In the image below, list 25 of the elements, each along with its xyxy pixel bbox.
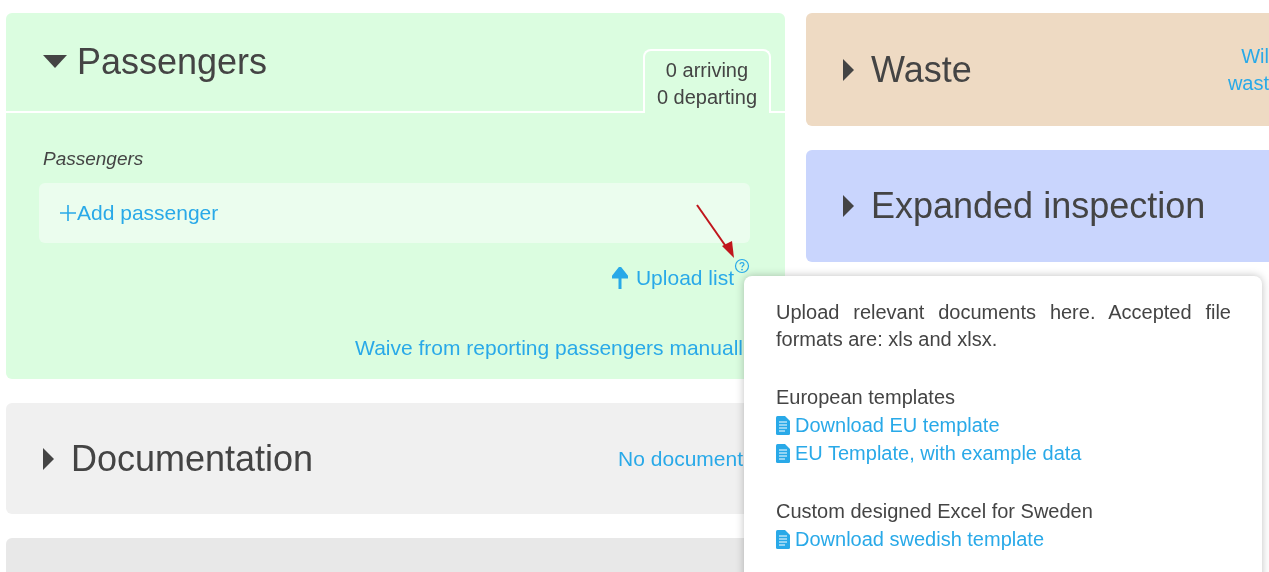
- plus-icon: [59, 204, 77, 222]
- upload-link[interactable]: Upload list: [611, 262, 734, 294]
- help-icon: [734, 258, 750, 274]
- panel-toggle[interactable]: Passengers: [43, 40, 268, 84]
- group-heading: Custom designed Excel for Sweden: [776, 499, 1094, 524]
- group-heading: European templates: [776, 385, 956, 410]
- section-label: Passengers: [42, 147, 145, 171]
- download-link[interactable]: Download swedish template: [776, 525, 1231, 553]
- waste-link[interactable]: Wil wast: [1227, 42, 1269, 97]
- up-arrow-icon: [611, 266, 628, 289]
- panel-toggle[interactable]: Waste: [843, 47, 972, 92]
- document-icon: [776, 529, 790, 549]
- download-link[interactable]: EU Template, with example data: [776, 439, 1231, 467]
- popover-text: Upload relevant documents here. Accepted file formats are: xls and xlsx.: [776, 300, 1231, 352]
- count-tab[interactable]: 0 arriving 0 departing: [642, 49, 771, 113]
- panel-toggle[interactable]: Documentation: [43, 436, 314, 481]
- count-text: 0 departing: [656, 85, 757, 110]
- download-link[interactable]: Download EU template: [776, 411, 1231, 439]
- waive-link[interactable]: Waive from reporting passengers manuall: [355, 331, 743, 363]
- document-icon: [776, 415, 790, 435]
- add-passenger-button[interactable]: Add passenger: [39, 183, 750, 243]
- panel-toggle[interactable]: Expanded inspection: [843, 184, 1206, 228]
- count-text: 0 arriving: [664, 58, 750, 83]
- document-icon: [776, 443, 790, 463]
- status-link[interactable]: No document: [618, 442, 743, 475]
